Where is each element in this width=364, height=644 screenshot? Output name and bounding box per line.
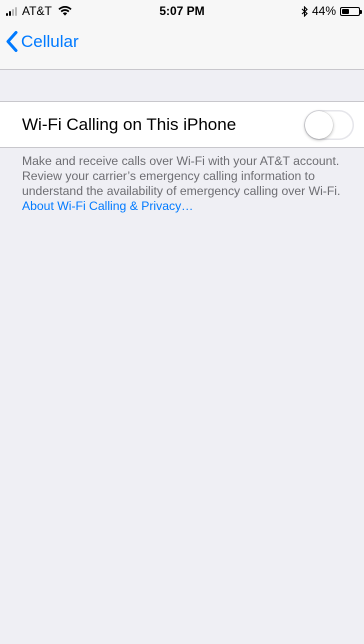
chevron-left-icon	[6, 31, 18, 52]
nav-bar: Cellular	[0, 22, 364, 70]
footer-description: Make and receive calls over Wi-Fi with y…	[22, 154, 352, 214]
wifi-calling-toggle[interactable]	[304, 110, 354, 140]
battery-percent: 44%	[311, 4, 336, 18]
battery-icon	[340, 6, 362, 16]
footer-text: Make and receive calls over Wi-Fi with y…	[22, 154, 341, 198]
settings-group: Wi-Fi Calling on This iPhone	[0, 101, 364, 148]
battery-fill	[342, 8, 350, 14]
toggle-knob	[305, 111, 333, 139]
bluetooth-icon	[301, 5, 308, 17]
back-button[interactable]: Cellular	[6, 31, 79, 52]
battery-cap	[360, 9, 362, 14]
status-bar: AT&T 5:07 PM 44%	[0, 0, 364, 22]
back-button-label: Cellular	[21, 31, 79, 51]
about-wifi-calling-link[interactable]: About Wi-Fi Calling & Privacy…	[22, 199, 193, 213]
wifi-calling-label: Wi-Fi Calling on This iPhone	[22, 115, 237, 134]
status-right: 44%	[301, 4, 362, 18]
